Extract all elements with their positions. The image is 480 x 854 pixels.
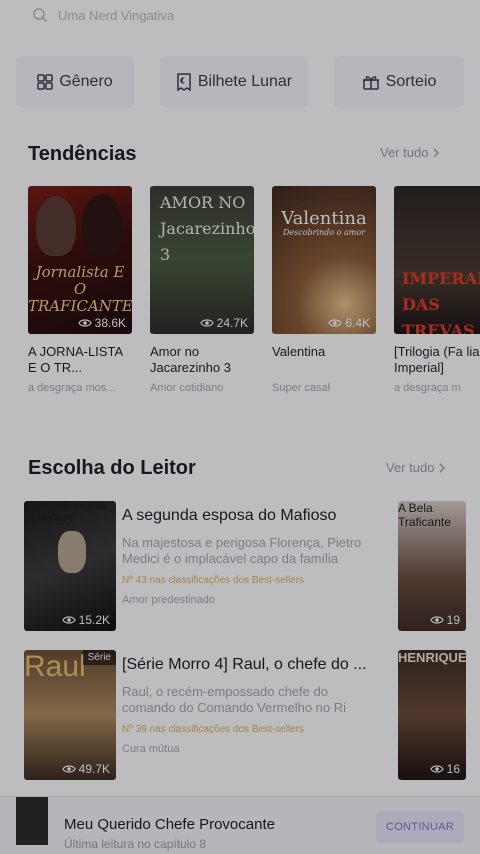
ticket-icon (177, 73, 191, 91)
cover-title: HENRIQUE (398, 650, 466, 665)
trending-book-card[interactable]: Valentina Descobrindo o amor 6.4K Valent… (272, 186, 376, 394)
eye-icon (77, 319, 92, 327)
raffle-label: Sorteio (385, 73, 437, 90)
side-book-cover[interactable]: A Bela Traficante 19 (398, 501, 466, 631)
bookstore-home: Uma Nerd Vingativa Gênero Bilhete Lunar … (0, 0, 480, 854)
continue-book-progress: Última leitura no capítulo 8 (64, 837, 207, 851)
trending-see-all[interactable]: Ver tudo (380, 145, 440, 160)
views-value: 6.4K (345, 316, 370, 330)
book-description: Na majestosa e perigosa Florença, Pietro… (122, 535, 362, 566)
book-info: A segunda esposa do Mafioso Na majestosa… (122, 507, 384, 606)
readers-choice-list[interactable]: A segunda esposa do Mafioso 15.2K A segu… (24, 501, 480, 801)
book-tag: a desgraça mos... (28, 382, 116, 394)
eye-icon (199, 319, 214, 327)
cover-subtitle: Descobrindo o amor (282, 228, 366, 237)
grid-icon (37, 74, 54, 90)
book-tag: Amor cotidiano (150, 382, 224, 394)
book-title: [Série Morro 4] Raul, o chefe do ... (122, 656, 367, 673)
continue-button[interactable]: CONTINUAR (376, 811, 464, 843)
lunar-ticket-label: Bilhete Lunar (197, 73, 293, 90)
chevron-right-icon (439, 463, 446, 472)
book-title: [Trilogia (Fa lia Imperial] (394, 344, 480, 375)
chevron-right-icon (433, 148, 440, 157)
views-value: 19 (446, 613, 460, 627)
continue-reading-bar[interactable]: Meu Querido Chefe Provocante Última leit… (0, 796, 480, 854)
view-count: 6.4K (328, 316, 370, 330)
views-value: 49.7K (78, 762, 110, 776)
raffle-button[interactable]: Sorteio (334, 56, 464, 108)
trending-carousel[interactable]: Jornalista E O TRAFICANTE 38.6K A JORNA-… (28, 186, 480, 406)
view-count: 16 (429, 762, 460, 776)
bestseller-rank: Nº 39 nas classificações dos Best-seller… (122, 724, 305, 735)
genre-button[interactable]: Gênero (16, 56, 134, 108)
cover-title: Valentina (281, 208, 367, 229)
trending-title: Tendências (28, 143, 137, 165)
book-title: Amor no Jacarezinho 3 (150, 344, 231, 375)
search-placeholder: Uma Nerd Vingativa (58, 7, 175, 23)
views-value: 15.2K (78, 613, 110, 627)
series-badge: Série (82, 650, 116, 665)
book-tag: Super casal (272, 382, 331, 394)
view-count: 19 (429, 613, 460, 627)
cover-title: IMPERADOR DAS TREVAS (402, 269, 480, 334)
cover-title: A segunda esposa do Mafioso (24, 501, 107, 524)
book-thumbnail (16, 797, 48, 845)
book-cover: Valentina Descobrindo o amor 6.4K (272, 186, 376, 334)
views-value: 38.6K (94, 316, 126, 330)
category-shortcuts: Gênero Bilhete Lunar Sorteio (16, 56, 464, 108)
cover-figure (58, 531, 86, 573)
continue-book-title: Meu Querido Chefe Provocante (64, 816, 275, 833)
book-title: Valentina (272, 344, 326, 359)
view-count: 24.7K (199, 316, 248, 330)
book-description: Raul, o recém-empossado chefe do comando… (122, 684, 347, 715)
book-cover: A segunda esposa do Mafioso 15.2K (24, 501, 116, 631)
book-cover: AMOR NO Jacarezinho 3 24.7K (150, 186, 254, 334)
view-count: 38.6K (77, 316, 126, 330)
cover-figure (36, 196, 76, 256)
cover-title: Jornalista E O TRAFICANTE (28, 263, 132, 315)
lunar-ticket-button[interactable]: Bilhete Lunar (160, 56, 308, 108)
book-cover: IMPERADOR DAS TREVAS (394, 186, 480, 334)
cover-title: AMOR NO Jacarezinho 3 (160, 193, 254, 264)
book-tag: Cura mútua (122, 743, 180, 755)
eye-icon (61, 616, 76, 624)
trending-book-card[interactable]: IMPERADOR DAS TREVAS [Trilogia (Fa lia I… (394, 186, 480, 394)
book-tag: Amor predestinado (122, 594, 215, 606)
see-all-label: Ver tudo (380, 145, 429, 160)
book-title: A segunda esposa do Mafioso (122, 507, 337, 524)
search-bar[interactable]: Uma Nerd Vingativa (16, 0, 464, 30)
gift-icon (362, 76, 379, 90)
views-value: 16 (446, 762, 460, 776)
book-tag: a desgraça m (394, 382, 461, 394)
eye-icon (429, 765, 444, 773)
readers-choice-title: Escolha do Leitor (28, 457, 196, 479)
cover-title: A Bela Traficante (398, 501, 451, 529)
readers-choice-see-all[interactable]: Ver tudo (386, 460, 446, 475)
eye-icon (328, 319, 342, 327)
book-cover: Jornalista E O TRAFICANTE 38.6K (28, 186, 132, 334)
book-info: [Série Morro 4] Raul, o chefe do ... Rau… (122, 656, 384, 755)
eye-icon (429, 616, 444, 624)
book-list-item[interactable]: A segunda esposa do Mafioso 15.2K A segu… (24, 501, 480, 631)
bestseller-rank: Nº 43 nas classificações dos Best-seller… (122, 575, 305, 586)
side-book-cover[interactable]: HENRIQUE 16 (398, 650, 466, 780)
views-value: 24.7K (216, 316, 248, 330)
trending-book-card[interactable]: Jornalista E O TRAFICANTE 38.6K A JORNA-… (28, 186, 132, 394)
view-count: 15.2K (61, 613, 110, 627)
genre-label: Gênero (59, 73, 113, 90)
book-title: A JORNA-LISTA E O TR... (28, 344, 123, 375)
trending-book-card[interactable]: AMOR NO Jacarezinho 3 24.7K Amor no Jaca… (150, 186, 254, 394)
book-list-item[interactable]: Série Raul 49.7K [Série Morro 4] Raul, o… (24, 650, 480, 780)
eye-icon (61, 765, 76, 773)
cover-figure (82, 194, 122, 256)
search-icon (33, 8, 48, 23)
view-count: 49.7K (61, 762, 110, 776)
see-all-label: Ver tudo (386, 460, 435, 475)
book-cover: Série Raul 49.7K (24, 650, 116, 780)
